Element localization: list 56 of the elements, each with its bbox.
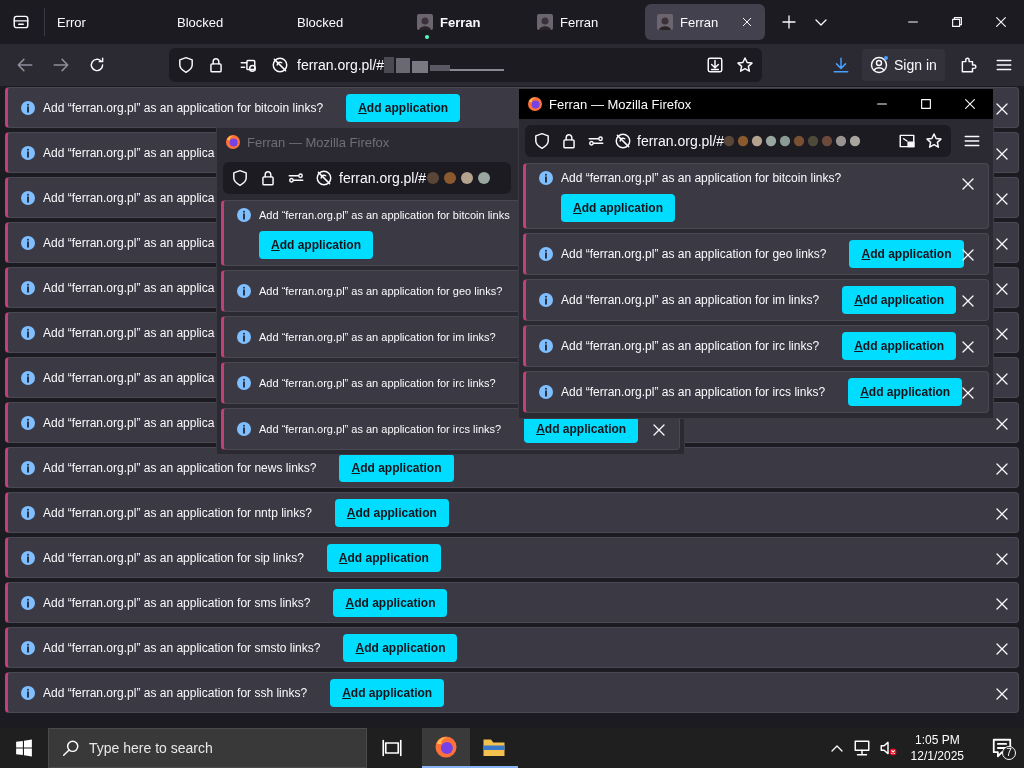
- address-bar[interactable]: ferran.org.pl/#: [223, 162, 511, 194]
- notification-message: Add “ferran.org.pl” as an applica: [43, 280, 215, 295]
- add-application-button[interactable]: Add application: [339, 453, 454, 482]
- notification-message: Add “ferran.org.pl” as an application for sms links?: [43, 595, 311, 610]
- notification-message: Add “ferran.org.pl” as an applica: [43, 145, 215, 160]
- notification-message: Add “ferran.org.pl” as an applica: [43, 235, 215, 250]
- notification-message: Add “ferran.org.pl” as an application for geo links?: [561, 247, 827, 261]
- add-application-button[interactable]: Add application: [842, 332, 957, 360]
- notification-message: Add “ferran.org.pl” as an application for bitcoin links?: [561, 171, 842, 185]
- window-title: Ferran — Mozilla Firefox: [549, 96, 692, 112]
- notification-message: Add “ferran.org.pl” as an applica: [43, 190, 215, 205]
- notification-message: Add “ferran.org.pl” as an application for irc links?: [259, 377, 496, 389]
- notification-message: Add “ferran.org.pl” as an application for im links?: [561, 293, 820, 307]
- add-application-button[interactable]: Add application: [259, 231, 373, 259]
- tab[interactable]: Ferran: [525, 4, 645, 40]
- notification-message: Add “ferran.org.pl” as an applica: [43, 415, 215, 430]
- add-application-button[interactable]: Add application: [561, 194, 675, 222]
- tab[interactable]: Error: [45, 4, 165, 40]
- search-field[interactable]: Type here to search: [48, 728, 367, 768]
- tab[interactable]: Blocked: [165, 4, 285, 40]
- notification-message: Add “ferran.org.pl” as an application for geo links?: [259, 285, 503, 297]
- add-application-button[interactable]: Add application: [333, 588, 448, 617]
- tab[interactable]: Blocked: [285, 4, 405, 40]
- tab[interactable]: Ferran: [645, 4, 765, 40]
- add-application-button[interactable]: Add application: [346, 93, 461, 122]
- url-text: ferran.org.pl/#: [637, 133, 725, 149]
- clock-date[interactable]: 12/1/2025: [910, 748, 964, 764]
- tab[interactable]: Ferran: [405, 4, 525, 40]
- add-application-button[interactable]: Add application: [848, 378, 963, 406]
- window-title: Ferran — Mozilla Firefox: [247, 134, 390, 150]
- notification-message: Add “ferran.org.pl” as an application for irc links?: [561, 339, 820, 353]
- notification-message: Add “ferran.org.pl” as an application for sip links?: [43, 550, 304, 565]
- notification-message: Add “ferran.org.pl” as an application for ircs links?: [561, 385, 826, 399]
- add-application-button[interactable]: Add application: [334, 498, 449, 527]
- add-application-button[interactable]: Add application: [849, 240, 964, 268]
- notification-message: Add “ferran.org.pl” as an application for news links?: [43, 460, 317, 475]
- notification-message: Add “ferran.org.pl” as an application for smsto links?: [43, 640, 321, 655]
- url-text: ferran.org.pl/#: [339, 170, 427, 186]
- notification-message: Add “ferran.org.pl” as an application for ircs links?: [259, 423, 502, 435]
- address-bar[interactable]: ferran.org.pl/#: [169, 48, 762, 82]
- notification-message: Add “ferran.org.pl” as an application for im links?: [259, 331, 496, 343]
- sign-in-button[interactable]: Sign in: [862, 49, 945, 81]
- add-application-button[interactable]: Add application: [326, 543, 441, 572]
- notification-message: Add “ferran.org.pl” as an application for bitcoin links?: [43, 100, 324, 115]
- notification-message: Add “ferran.org.pl” as an application for bitcoin links: [259, 209, 510, 221]
- notification-message: Add “ferran.org.pl” as an application for nntp links?: [43, 505, 312, 520]
- notification-message: Add “ferran.org.pl” as an applica: [43, 370, 215, 385]
- notification-message: Add “ferran.org.pl” as an applica: [43, 325, 215, 340]
- add-application-button[interactable]: Add application: [330, 678, 445, 707]
- notification-message: Add “ferran.org.pl” as an application for ssh links?: [43, 685, 308, 700]
- url-text: ferran.org.pl/#: [297, 57, 385, 73]
- add-application-button[interactable]: Add application: [343, 633, 458, 662]
- address-bar[interactable]: ferran.org.pl/#: [525, 125, 951, 157]
- clock-time[interactable]: 1:05 PM: [914, 732, 960, 748]
- notification-count: 7: [1002, 746, 1016, 760]
- add-application-button[interactable]: Add application: [842, 286, 957, 314]
